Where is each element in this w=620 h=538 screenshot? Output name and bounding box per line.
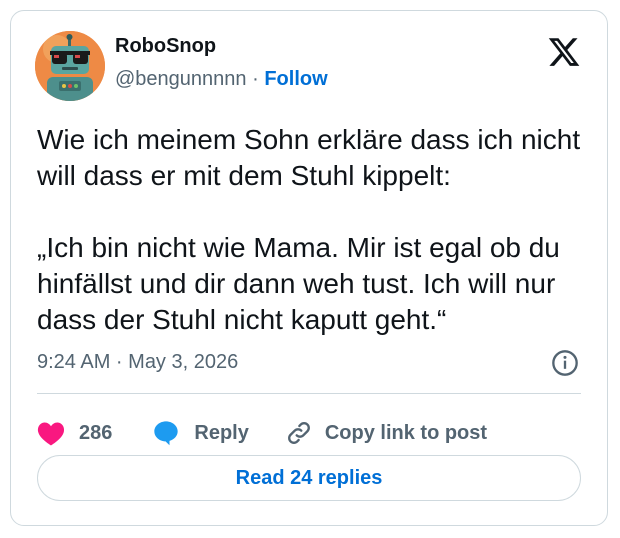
- copy-link-label: Copy link to post: [324, 421, 488, 444]
- info-icon[interactable]: [551, 349, 579, 377]
- heart-icon: [37, 422, 65, 446]
- link-icon: [287, 422, 310, 444]
- robot-avatar-icon: [35, 31, 105, 101]
- avatar[interactable]: [35, 31, 105, 101]
- speech-bubble-icon: [154, 421, 179, 446]
- tweet-text: Wie ich meinem Sohn erkläre dass ich nic…: [37, 122, 593, 338]
- tweet-paragraph: „Ich bin nicht wie Mama. Mir ist egal ob…: [37, 232, 560, 335]
- tweet-paragraph: Wie ich meinem Sohn erkläre dass ich nic…: [37, 124, 581, 191]
- like-button[interactable]: 286: [37, 420, 112, 446]
- tweet-card: RoboSnop @bengunnnnn · Follow Wie ich me…: [10, 10, 608, 526]
- divider: [37, 393, 581, 394]
- follow-button[interactable]: Follow: [264, 68, 327, 90]
- action-bar: 286 Reply Copy link to post: [37, 409, 487, 457]
- separator: ·: [246, 68, 265, 90]
- display-name[interactable]: RoboSnop: [115, 35, 216, 58]
- like-count: 286: [79, 421, 113, 444]
- copy-link-button[interactable]: Copy link to post: [285, 419, 487, 447]
- reply-button[interactable]: Reply: [152, 419, 249, 447]
- reply-label: Reply: [194, 421, 249, 444]
- timestamp[interactable]: 9:24 AM · May 3, 2026: [37, 351, 238, 374]
- read-replies-button[interactable]: Read 24 replies: [37, 455, 581, 501]
- x-logo-icon[interactable]: [547, 35, 581, 69]
- handle[interactable]: @bengunnnnn: [115, 68, 247, 90]
- handle-row: @bengunnnnn · Follow: [115, 68, 328, 91]
